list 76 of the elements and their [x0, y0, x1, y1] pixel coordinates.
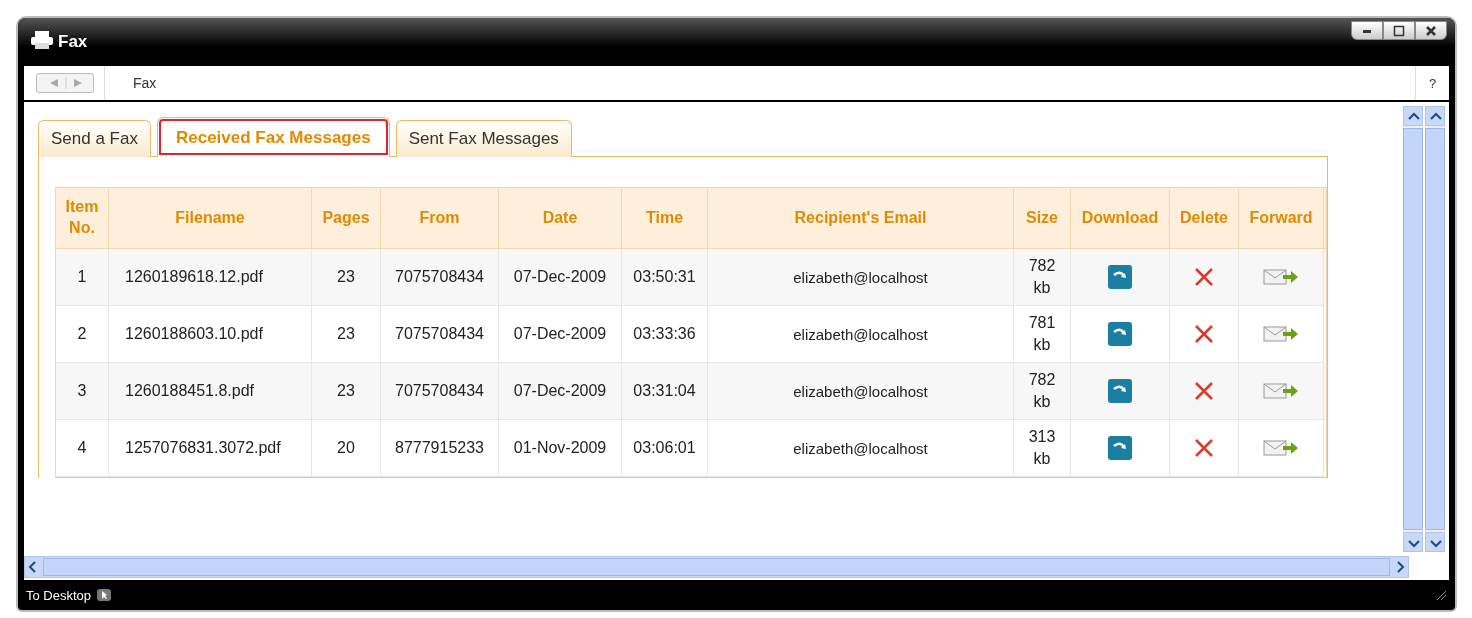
item-number: 1 — [77, 268, 87, 286]
forward-mail-icon[interactable] — [1263, 324, 1299, 344]
close-button[interactable] — [1415, 21, 1447, 40]
scroll-down-icon[interactable] — [1425, 532, 1445, 552]
minimize-button[interactable] — [1351, 21, 1383, 40]
forward-mail-icon[interactable] — [1263, 381, 1299, 401]
filename-cell: 1260189618.12.pdf — [125, 268, 263, 286]
date-cell: 07-Dec-2009 — [513, 325, 607, 343]
email-cell: elizabeth@localhost — [793, 382, 928, 400]
maximize-icon — [1393, 24, 1405, 37]
scroll-down-icon[interactable] — [1403, 532, 1423, 552]
from-cell: 8777915233 — [395, 439, 484, 457]
from-cell: 7075708434 — [395, 382, 484, 400]
scroll-up-icon[interactable] — [1425, 106, 1445, 126]
download-icon[interactable] — [1108, 265, 1132, 289]
help-button[interactable]: ? — [1415, 66, 1449, 100]
breadcrumb: Fax — [104, 66, 157, 100]
vertical-scrollbar[interactable] — [1403, 106, 1423, 552]
size-cell-text: 782 kb — [1027, 370, 1057, 412]
size-cell-text: 313 kb — [1027, 427, 1057, 469]
delete-icon[interactable] — [1194, 267, 1214, 287]
window-title: Fax — [58, 32, 88, 52]
item-number: 3 — [77, 382, 87, 400]
pages-cell: 20 — [337, 439, 355, 457]
printer-icon — [30, 30, 54, 50]
size-cell-text: 781 kb — [1027, 313, 1057, 355]
filename-cell: 1260188603.10.pdf — [125, 325, 263, 343]
column-header: Pages — [312, 188, 381, 248]
date-cell: 01-Nov-2009 — [513, 439, 607, 457]
tab[interactable]: Sent Fax Messages — [395, 120, 572, 157]
delete-icon[interactable] — [1194, 324, 1214, 344]
scroll-up-icon[interactable] — [1403, 106, 1423, 126]
vertical-scrollbar[interactable] — [1425, 106, 1445, 552]
filename-cell: 1257076831.3072.pdf — [125, 439, 281, 457]
column-header: Item No. — [56, 188, 109, 248]
email-cell: elizabeth@localhost — [793, 325, 928, 343]
delete-icon[interactable] — [1194, 438, 1214, 458]
download-icon[interactable] — [1108, 436, 1132, 460]
delete-icon[interactable] — [1194, 381, 1214, 401]
time-cell: 03:31:04 — [633, 382, 696, 400]
resize-grip-icon — [1435, 589, 1447, 601]
from-cell: 7075708434 — [395, 268, 484, 286]
pages-cell: 23 — [337, 382, 355, 400]
pages-cell: 23 — [337, 268, 355, 286]
horizontal-scrollbar[interactable] — [24, 556, 1409, 578]
date-cell: 07-Dec-2009 — [513, 382, 607, 400]
download-icon[interactable] — [1108, 322, 1132, 346]
column-header: Forward — [1239, 188, 1324, 248]
time-cell: 03:06:01 — [633, 439, 696, 457]
close-icon — [1425, 24, 1437, 37]
forward-mail-icon[interactable] — [1263, 267, 1299, 287]
column-header: Delete — [1170, 188, 1239, 248]
column-header: From — [381, 188, 499, 248]
email-cell: elizabeth@localhost — [793, 439, 928, 457]
time-cell: 03:33:36 — [633, 325, 696, 343]
size-cell-text: 782 kb — [1027, 256, 1057, 298]
cursor-icon — [97, 589, 112, 601]
time-cell: 03:50:31 — [633, 268, 696, 286]
maximize-button[interactable] — [1383, 21, 1415, 40]
to-desktop-link[interactable]: To Desktop — [26, 587, 92, 603]
column-header: Time — [622, 188, 708, 248]
pages-cell: 23 — [337, 325, 355, 343]
email-cell: elizabeth@localhost — [793, 268, 928, 286]
filename-cell: 1260188451.8.pdf — [125, 382, 254, 400]
date-cell: 07-Dec-2009 — [513, 268, 607, 286]
column-header: Filename — [109, 188, 312, 248]
column-header: Download — [1071, 188, 1170, 248]
item-number: 4 — [77, 439, 87, 457]
download-icon[interactable] — [1108, 379, 1132, 403]
column-header: Size — [1014, 188, 1071, 248]
item-number: 2 — [77, 325, 87, 343]
column-header: Recipient's Email — [708, 188, 1014, 248]
from-cell: 7075708434 — [395, 325, 484, 343]
column-header: Date — [499, 188, 622, 248]
tab[interactable]: Send a Fax — [38, 120, 151, 157]
forward-mail-icon[interactable] — [1263, 438, 1299, 458]
